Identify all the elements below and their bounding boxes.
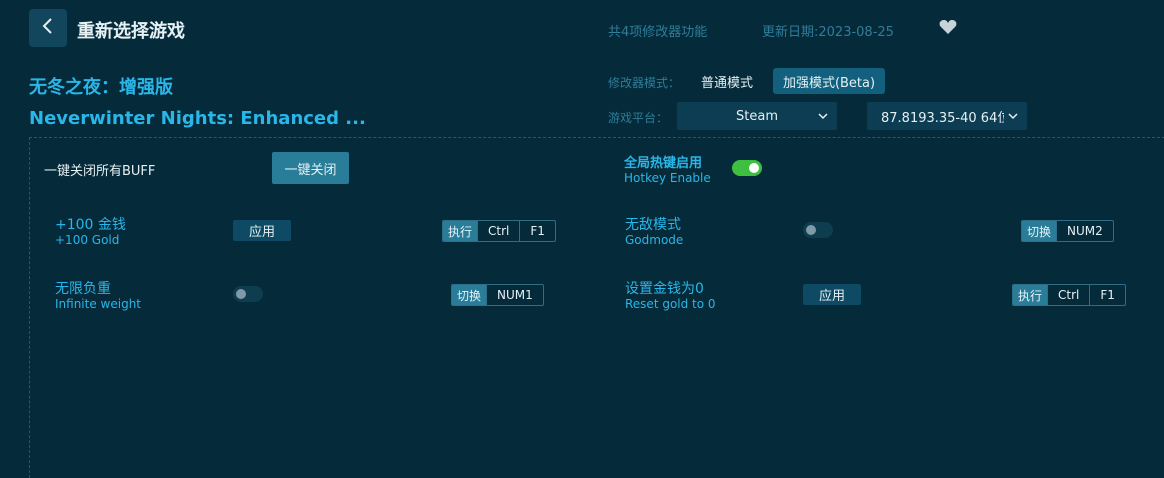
feature-label-en: Infinite weight	[55, 297, 142, 311]
close-all-button[interactable]: 一键关闭	[272, 152, 349, 184]
game-title-en: Neverwinter Nights: Enhanced ...	[29, 108, 366, 129]
platform-select[interactable]: Steam	[677, 102, 837, 130]
page-title: 重新选择游戏	[77, 21, 185, 42]
hotkey-badge[interactable]: 切换 NUM2	[1021, 220, 1114, 242]
hotkey-badge[interactable]: 执行 Ctrl F1	[442, 220, 556, 242]
mode-normal-button[interactable]: 普通模式	[690, 68, 764, 94]
feature-label-en: Godmode	[625, 233, 684, 247]
back-button[interactable]	[29, 9, 67, 47]
hotkey-badge[interactable]: 切换 NUM1	[451, 284, 544, 306]
heart-icon[interactable]	[939, 19, 957, 39]
chevron-down-icon	[1004, 110, 1019, 126]
chevron-down-icon	[817, 110, 829, 126]
feature-label-cn: 设置金钱为0	[625, 281, 704, 297]
godmode-toggle[interactable]	[803, 222, 833, 238]
feature-label-cn: +100 金钱	[55, 217, 126, 233]
apply-button[interactable]: 应用	[803, 284, 861, 305]
feature-label-en: +100 Gold	[55, 233, 120, 247]
mode-enhanced-button[interactable]: 加强模式(Beta)	[773, 68, 885, 94]
game-title-cn: 无冬之夜：增强版	[29, 77, 173, 98]
close-all-label: 一键关闭所有BUFF	[44, 164, 156, 179]
infinite-weight-toggle[interactable]	[233, 286, 263, 302]
feature-label-cn: 无限负重	[55, 281, 111, 297]
hotkey-toggle[interactable]	[732, 160, 762, 176]
apply-button[interactable]: 应用	[233, 220, 291, 241]
hotkey-badge[interactable]: 执行 Ctrl F1	[1012, 284, 1126, 306]
version-value: 87.8193.35-40 64位	[881, 110, 1011, 126]
platform-value: Steam	[736, 108, 778, 124]
update-date: 更新日期:2023-08-25	[762, 25, 894, 40]
chevron-left-icon	[41, 17, 55, 39]
platform-label: 游戏平台：	[608, 111, 669, 125]
feature-label-en: Reset gold to 0	[625, 297, 716, 311]
version-select[interactable]: 87.8193.35-40 64位	[867, 102, 1027, 130]
hotkey-label-cn: 全局热键启用	[624, 156, 703, 171]
hotkey-label-en: Hotkey Enable	[624, 171, 711, 185]
features-panel	[29, 137, 1164, 478]
mode-label: 修改器模式：	[608, 76, 681, 90]
feature-label-cn: 无敌模式	[625, 217, 681, 233]
feature-count: 共4项修改器功能	[608, 25, 708, 40]
